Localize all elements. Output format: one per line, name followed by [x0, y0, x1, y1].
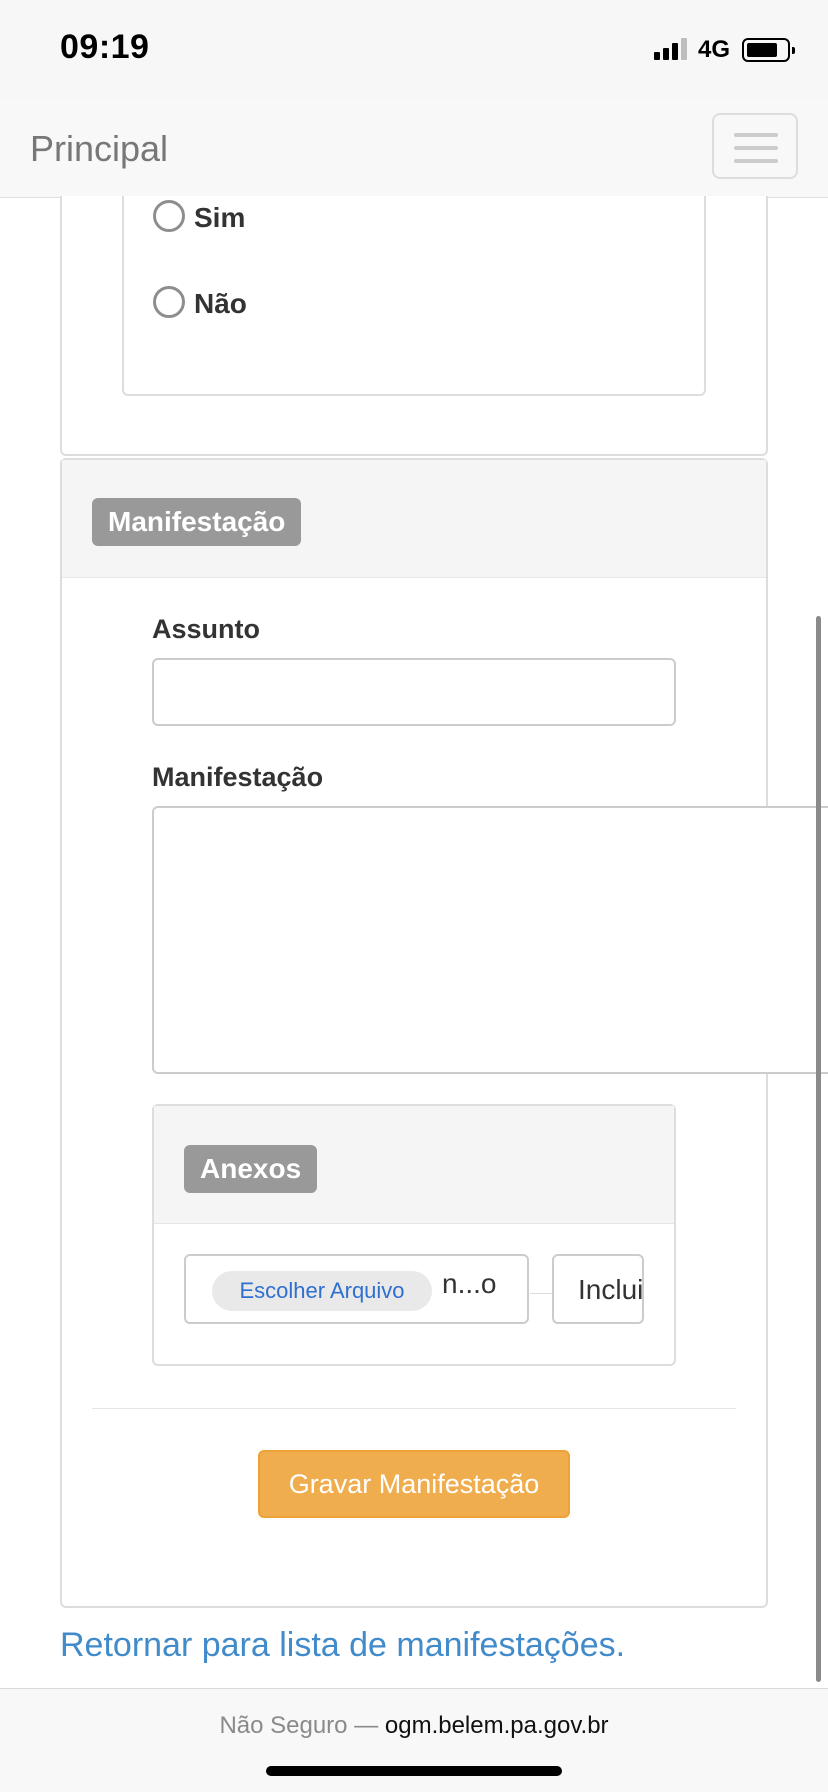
browser-url[interactable]: Não Seguro — ogm.belem.pa.gov.br [0, 1712, 828, 1740]
file-name-text: n...o [442, 1268, 497, 1299]
manifest-heading-badge: Manifestação [92, 498, 302, 546]
domain-text: ogm.belem.pa.gov.br [384, 1712, 609, 1739]
radio-nao[interactable] [153, 286, 185, 318]
battery-icon [742, 38, 795, 62]
radio-nao-label[interactable]: Não [194, 288, 247, 320]
browser-address-bar[interactable] [0, 1688, 828, 1792]
include-attachment-label: Inclui [578, 1274, 644, 1305]
cellular-signal-icon [654, 38, 690, 60]
radio-sim[interactable] [153, 200, 185, 232]
save-manifest-button[interactable]: Gravar Manifestação [258, 1450, 570, 1518]
choose-file-button[interactable]: Escolher Arquivo [212, 1271, 432, 1311]
home-indicator[interactable] [266, 1766, 562, 1776]
navbar-brand[interactable]: Principal [30, 128, 168, 170]
status-time: 09:19 [60, 28, 150, 66]
subject-label: Assunto [152, 614, 260, 644]
message-label: Manifestação [152, 762, 324, 792]
include-attachment-button[interactable]: Inclui [552, 1254, 644, 1324]
attachments-heading-badge: Anexos [184, 1145, 318, 1193]
return-to-list-link[interactable]: Retornar para lista de manifestações. [60, 1626, 625, 1665]
network-type: 4G [698, 36, 731, 63]
subject-input[interactable] [152, 658, 676, 726]
radio-sim-label[interactable]: Sim [194, 202, 245, 234]
form-divider [92, 1408, 736, 1409]
message-textarea[interactable] [152, 806, 828, 1074]
security-label: Não Seguro — [219, 1712, 379, 1739]
navbar-toggle-button[interactable] [712, 113, 798, 179]
page-scrollbar[interactable] [816, 616, 821, 1682]
file-connector [530, 1293, 552, 1294]
